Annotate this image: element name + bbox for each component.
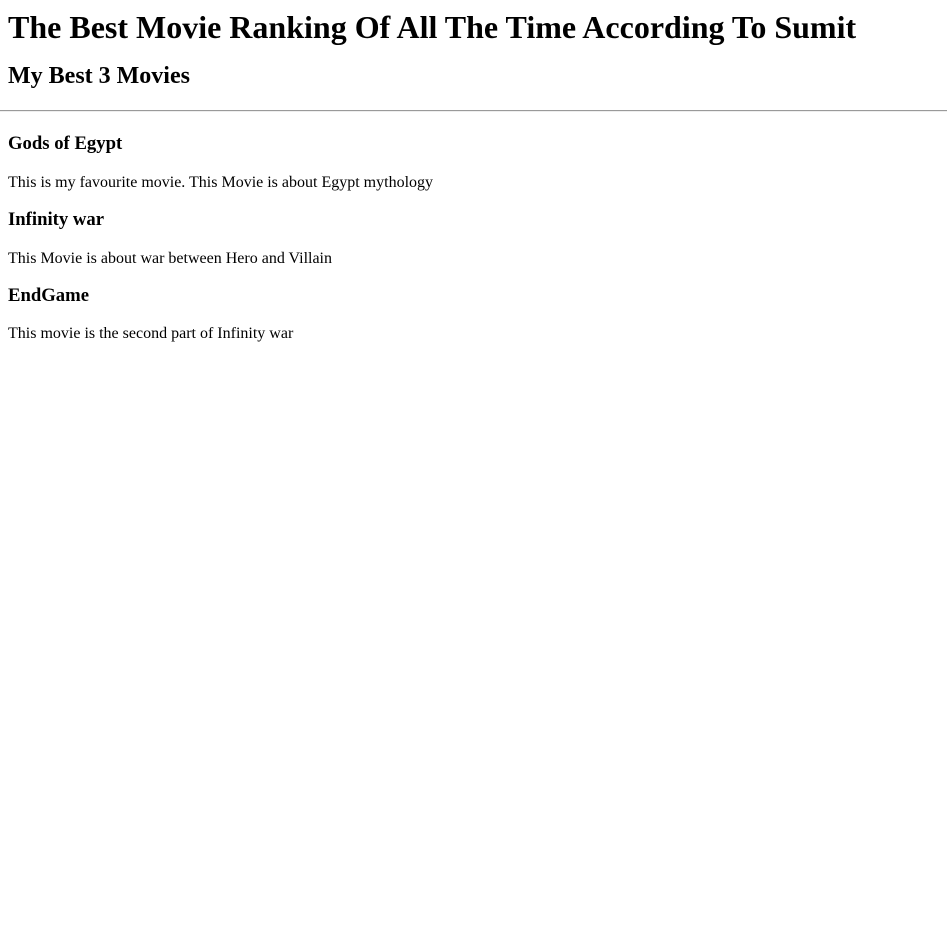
movie-title: Gods of Egypt xyxy=(8,133,123,154)
page-content: The Best Movie Ranking Of All The Time A… xyxy=(0,0,947,343)
movie-entry-infinity-war: Infinity war This Movie is about war bet… xyxy=(8,192,939,268)
page-subtitle: My Best 3 Movies xyxy=(8,63,190,89)
movie-description: This movie is the second part of Infinit… xyxy=(8,325,294,342)
page-title: The Best Movie Ranking Of All The Time A… xyxy=(8,9,857,45)
movie-entry-gods-of-egypt: Gods of Egypt This is my favourite movie… xyxy=(8,112,939,192)
movie-title: Infinity war xyxy=(8,209,105,230)
movie-description: This Movie is about war between Hero and… xyxy=(8,250,332,267)
movie-description: This is my favourite movie. This Movie i… xyxy=(8,174,434,191)
movie-entry-endgame: EndGame This movie is the second part of… xyxy=(8,268,939,343)
movie-title: EndGame xyxy=(8,285,89,306)
